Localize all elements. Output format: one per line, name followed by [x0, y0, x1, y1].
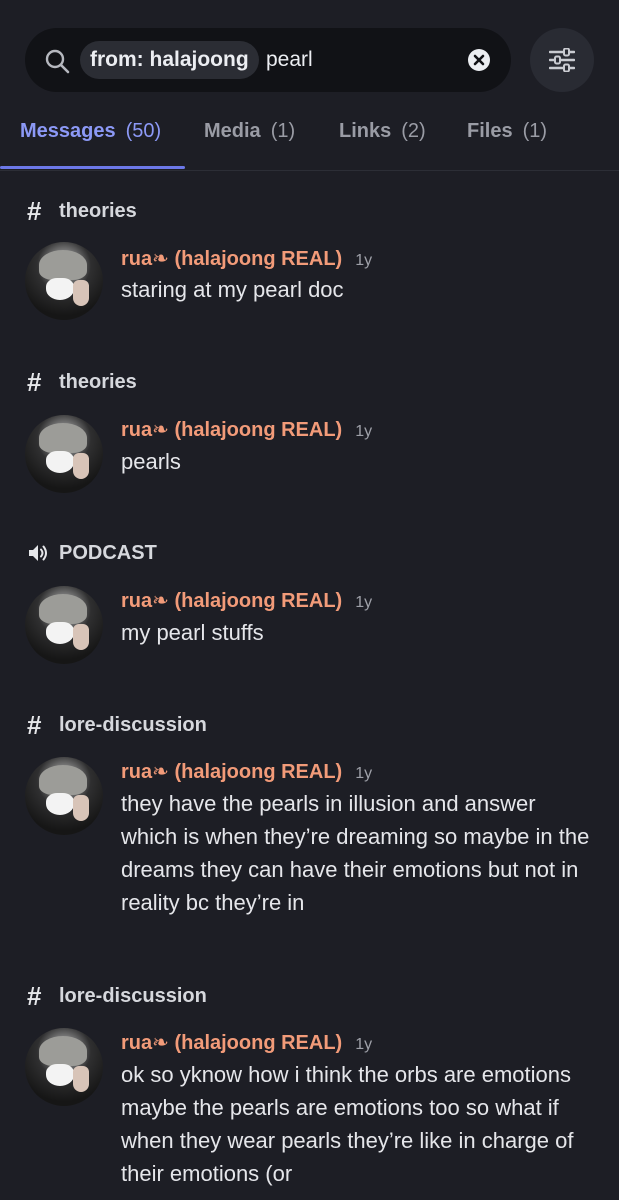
message-text: staring at my pearl doc — [121, 277, 344, 302]
author-name[interactable]: rua❧ (halajoong REAL) — [121, 417, 342, 442]
hash-icon: # — [27, 367, 42, 397]
sliders-icon — [549, 48, 575, 72]
tab-messages[interactable]: Messages (50) — [20, 120, 161, 143]
channel-name: PODCAST — [59, 541, 157, 564]
tab-count: (1) — [522, 120, 548, 142]
tab-label: Messages — [20, 120, 116, 142]
tab-files[interactable]: Files (1) — [467, 120, 547, 143]
tab-label: Media — [204, 120, 261, 142]
speaker-icon — [27, 542, 51, 564]
author-name[interactable]: rua❧ (halajoong REAL) — [121, 1030, 342, 1055]
channel-link[interactable]: # theories — [27, 196, 137, 226]
author-name[interactable]: rua❧ (halajoong REAL) — [121, 759, 342, 784]
timestamp: 1y — [355, 765, 373, 782]
timestamp: 1y — [355, 423, 373, 440]
message-text: they have the pearls in illusion and ans… — [121, 791, 590, 915]
message-text: ok so yknow how i think the orbs are emo… — [121, 1062, 574, 1186]
timestamp: 1y — [355, 252, 373, 269]
tab-media[interactable]: Media (1) — [204, 120, 295, 143]
hash-icon: # — [27, 981, 42, 1011]
channel-name: lore-discussion — [59, 984, 207, 1007]
channel-name: lore-discussion — [59, 713, 207, 736]
tab-count: (1) — [270, 120, 296, 142]
avatar[interactable] — [25, 242, 103, 320]
tab-label: Links — [339, 120, 392, 142]
message-text: my pearl stuffs — [121, 620, 264, 645]
avatar[interactable] — [25, 415, 103, 493]
tab-count: (2) — [401, 120, 426, 142]
avatar[interactable] — [25, 586, 103, 664]
search-input[interactable]: pearl — [266, 44, 313, 76]
timestamp: 1y — [355, 1036, 373, 1053]
search-filters-button[interactable] — [530, 28, 594, 92]
channel-name: theories — [59, 370, 137, 393]
channel-link[interactable]: PODCAST — [27, 538, 157, 568]
timestamp: 1y — [355, 594, 373, 611]
active-tab-indicator — [0, 166, 185, 169]
result-tabs: Messages (50) Media (1) Links (2) Files (1) — [0, 100, 619, 171]
avatar[interactable] — [25, 757, 103, 835]
tab-count: (50) — [125, 120, 162, 142]
search-bar[interactable]: from: halajoong pearl — [25, 28, 511, 92]
tab-label: Files — [467, 120, 513, 142]
search-icon — [45, 49, 70, 74]
clear-search-icon[interactable] — [468, 49, 490, 71]
hash-icon: # — [27, 196, 42, 226]
avatar[interactable] — [25, 1028, 103, 1106]
author-name[interactable]: rua❧ (halajoong REAL) — [121, 246, 342, 271]
author-name[interactable]: rua❧ (halajoong REAL) — [121, 588, 342, 613]
channel-link[interactable]: # lore-discussion — [27, 981, 207, 1011]
from-filter-chip[interactable]: from: halajoong — [80, 41, 259, 79]
message-text: pearls — [121, 449, 181, 474]
channel-link[interactable]: # theories — [27, 367, 137, 397]
tab-links[interactable]: Links (2) — [339, 120, 426, 143]
channel-name: theories — [59, 199, 137, 222]
hash-icon: # — [27, 710, 42, 740]
channel-link[interactable]: # lore-discussion — [27, 710, 207, 740]
